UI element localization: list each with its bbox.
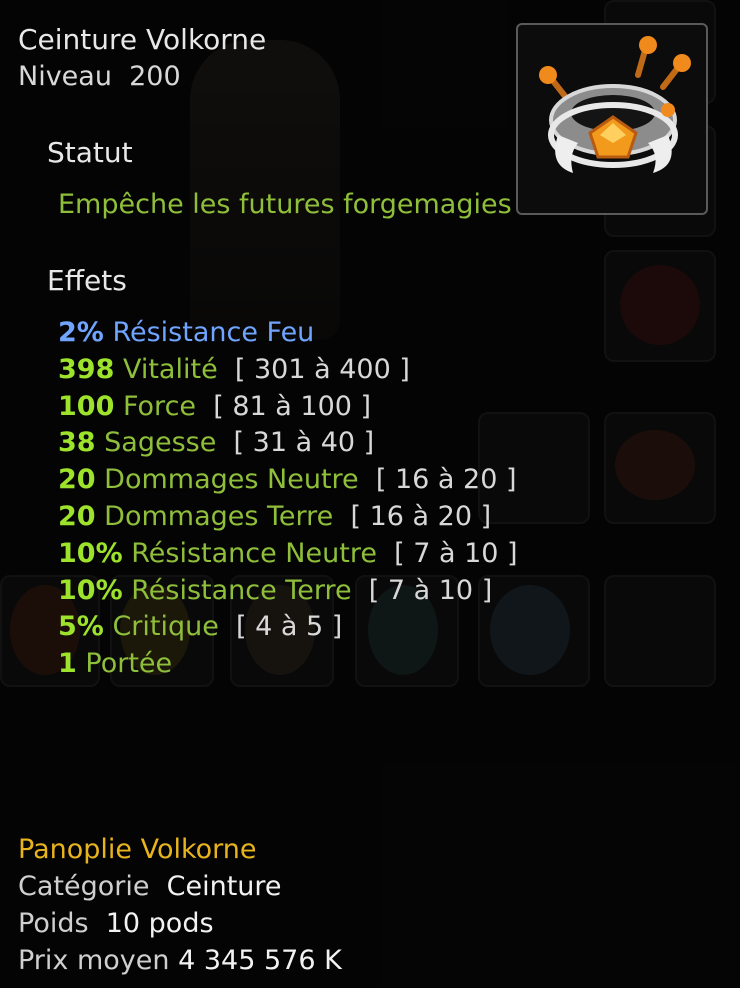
effect-line: 38 Sagesse [ 31 à 40 ]	[58, 427, 375, 459]
set-name[interactable]: Panoplie Volkorne	[18, 833, 257, 866]
item-weight: Poids 10 pods	[18, 908, 214, 939]
level-label: Niveau	[18, 61, 112, 92]
effect-line: 398 Vitalité [ 301 à 400 ]	[58, 353, 410, 385]
effect-line: 10% Résistance Neutre [ 7 à 10 ]	[58, 537, 518, 569]
status-text: Empêche les futures forgemagies	[58, 189, 512, 220]
effect-line: 10% Résistance Terre [ 7 à 10 ]	[58, 574, 493, 606]
effect-line: 2% Résistance Feu	[58, 317, 315, 348]
item-icon-frame	[516, 23, 708, 215]
effects-heading: Effets	[47, 264, 127, 297]
item-price: Prix moyen 4 345 576 K	[18, 945, 342, 976]
item-category: Catégorie Ceinture	[18, 871, 282, 902]
status-heading: Statut	[47, 136, 133, 169]
effect-line: 1 Portée	[58, 648, 173, 680]
effect-line: 20 Dommages Neutre [ 16 à 20 ]	[58, 464, 517, 496]
effects-list: 2% Résistance Feu 398 Vitalité [ 301 à 4…	[58, 315, 518, 683]
item-name: Ceinture Volkorne	[18, 23, 267, 56]
effect-line: 100 Force [ 81 à 100 ]	[58, 390, 372, 422]
belt-icon	[539, 36, 691, 173]
effect-line: 20 Dommages Terre [ 16 à 20 ]	[58, 500, 492, 532]
item-level: Niveau 200	[18, 60, 181, 93]
level-value: 200	[129, 61, 181, 92]
item-tooltip: Ceinture Volkorne Niveau 200 Statut Empê…	[0, 0, 740, 988]
effect-line: 5% Critique [ 4 à 5 ]	[58, 611, 343, 643]
